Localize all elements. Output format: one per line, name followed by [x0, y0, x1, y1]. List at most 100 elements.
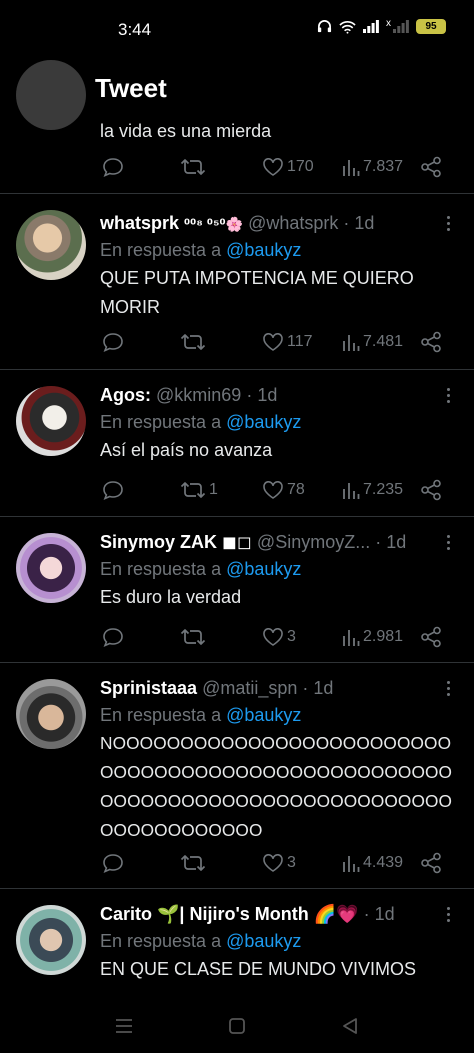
avatar[interactable] — [16, 210, 86, 280]
reply-icon — [103, 158, 123, 177]
user-handle[interactable]: @matii_spn — [202, 678, 297, 698]
reply-button[interactable] — [102, 478, 127, 502]
tweet-actions: 170 7.837 — [100, 155, 445, 179]
reply-icon — [103, 333, 123, 352]
share-icon — [421, 852, 441, 874]
retweet-count: 1 — [209, 481, 218, 498]
reply-button[interactable] — [102, 625, 127, 649]
avatar[interactable] — [16, 533, 86, 603]
reply-button[interactable] — [102, 330, 127, 354]
reply-mention[interactable]: @baukyz — [226, 412, 301, 432]
tweet-time[interactable]: 1d — [375, 904, 395, 924]
reply-icon — [103, 481, 123, 500]
status-icons: x 95 — [317, 18, 446, 34]
like-button[interactable]: 3 — [262, 625, 296, 649]
tweet-item[interactable]: la vida es una mierda 170 7.837 — [0, 60, 474, 194]
views-icon — [343, 856, 360, 872]
like-count: 117 — [287, 333, 313, 350]
reply-button[interactable] — [102, 155, 127, 179]
more-icon[interactable] — [440, 383, 456, 407]
views-button[interactable]: 7.235 — [342, 478, 403, 502]
tweet-item[interactable]: Agos: @kkmin69 · 1d En respuesta a @bauk… — [0, 370, 474, 517]
separator-dot: · — [338, 213, 355, 233]
tweet-time[interactable]: 1d — [354, 213, 374, 233]
tweet-item[interactable]: Carito 🌱| Nijiro's Month 🌈💗 · 1d En resp… — [0, 889, 474, 1009]
home-button[interactable] — [224, 1014, 250, 1038]
user-handle[interactable]: @kkmin69 — [156, 385, 241, 405]
display-name[interactable]: whatsprk — [100, 213, 179, 233]
retweet-button[interactable] — [180, 330, 209, 354]
retweet-icon — [180, 855, 206, 871]
avatar[interactable] — [16, 386, 86, 456]
more-icon[interactable] — [440, 530, 456, 554]
tweet-item[interactable]: Sinymoy ZAK ◼◻ @SinymoyZ... · 1d En resp… — [0, 517, 474, 663]
heart-icon — [263, 481, 283, 499]
page-title: Tweet — [95, 73, 167, 103]
like-button[interactable]: 78 — [262, 478, 305, 502]
like-button[interactable]: 3 — [262, 851, 296, 875]
reply-mention[interactable]: @baukyz — [226, 705, 301, 725]
views-icon — [343, 630, 360, 646]
tweet-item[interactable]: whatsprk ⁰⁰⁸ ⁰⁵⁰🌸 @whatsprk · 1d En resp… — [0, 194, 474, 370]
recent-apps-button[interactable] — [111, 1014, 137, 1038]
more-icon[interactable] — [440, 902, 456, 926]
reply-mention[interactable]: @baukyz — [226, 559, 301, 579]
share-button[interactable] — [420, 625, 442, 649]
reply-context: En respuesta a @baukyz — [100, 927, 458, 955]
share-button[interactable] — [420, 478, 442, 502]
views-count: 7.481 — [363, 333, 404, 350]
signal-icon — [363, 20, 379, 33]
more-icon[interactable] — [440, 211, 456, 235]
tweet-item[interactable]: Sprinistaaa @matii_spn · 1d En respuesta… — [0, 663, 474, 889]
display-name[interactable]: Sprinistaaa — [100, 678, 197, 698]
views-count: 7.837 — [363, 158, 404, 175]
more-icon[interactable] — [440, 676, 456, 700]
reply-context: En respuesta a @baukyz — [100, 408, 458, 436]
views-button[interactable]: 7.481 — [342, 330, 403, 354]
tweet-text: NOOOOOOOOOOOOOOOOOOOOOOOOOOOOOOOOOOOOOOO… — [100, 733, 453, 840]
display-name[interactable]: Agos: — [100, 385, 151, 405]
tweet-time[interactable]: 1d — [386, 532, 406, 552]
reply-button[interactable] — [102, 851, 127, 875]
like-button[interactable]: 170 — [262, 155, 314, 179]
headset-icon — [317, 20, 332, 33]
avatar[interactable] — [16, 905, 86, 975]
user-handle[interactable]: @whatsprk — [248, 213, 338, 233]
share-button[interactable] — [420, 851, 442, 875]
views-count: 4.439 — [363, 854, 404, 871]
share-button[interactable] — [420, 155, 442, 179]
share-button[interactable] — [420, 330, 442, 354]
views-button[interactable]: 7.837 — [342, 155, 403, 179]
system-back-button[interactable] — [337, 1014, 363, 1038]
tweet-header: Agos: @kkmin69 · 1d — [100, 382, 458, 408]
tweet-text: Así el país no avanza — [100, 440, 273, 460]
triangle-back-icon — [343, 1018, 357, 1034]
battery-indicator: 95 — [416, 19, 446, 34]
share-icon — [421, 156, 441, 178]
retweet-icon — [180, 159, 206, 175]
tweet-time[interactable]: 1d — [313, 678, 333, 698]
retweet-button[interactable] — [180, 625, 209, 649]
like-count: 3 — [287, 628, 296, 645]
display-name[interactable]: Sinymoy ZAK ◼◻ — [100, 532, 252, 552]
heart-icon — [263, 628, 283, 646]
retweet-button[interactable] — [180, 155, 209, 179]
reply-prefix: En respuesta a — [100, 931, 222, 951]
display-name[interactable]: Carito 🌱| Nijiro's Month 🌈💗 — [100, 904, 359, 924]
avatar[interactable] — [16, 60, 86, 130]
retweet-button[interactable] — [180, 851, 209, 875]
views-button[interactable]: 2.981 — [342, 625, 403, 649]
avatar[interactable] — [16, 679, 86, 749]
wifi-icon — [339, 20, 356, 34]
user-handle[interactable]: @SinymoyZ... — [257, 532, 370, 552]
reply-mention[interactable]: @baukyz — [226, 240, 301, 260]
reply-icon — [103, 854, 123, 873]
tweet-time[interactable]: 1d — [257, 385, 277, 405]
views-button[interactable]: 4.439 — [342, 851, 403, 875]
tweet-header: Sinymoy ZAK ◼◻ @SinymoyZ... · 1d — [100, 529, 458, 555]
like-button[interactable]: 117 — [262, 330, 313, 354]
separator-dot: · — [241, 385, 258, 405]
retweet-button[interactable]: 1 — [180, 478, 218, 502]
reply-mention[interactable]: @baukyz — [226, 931, 301, 951]
reply-prefix: En respuesta a — [100, 559, 222, 579]
